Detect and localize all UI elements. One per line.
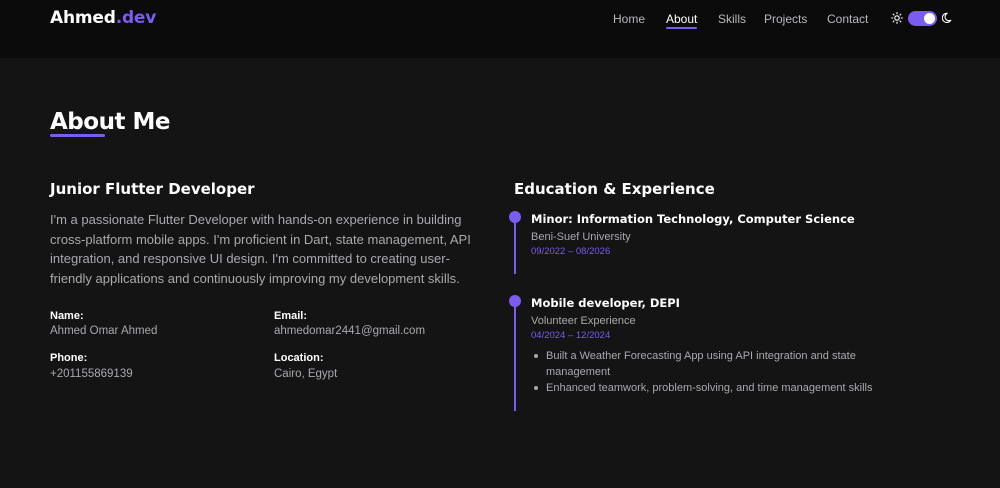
entry-title: Minor: Information Technology, Computer …	[531, 212, 855, 226]
entry-date: 04/2024 – 12/2024	[531, 330, 611, 341]
timeline-dot	[509, 295, 521, 307]
education-heading: Education & Experience	[514, 180, 715, 198]
theme-toggle[interactable]	[908, 11, 937, 26]
timeline-line	[514, 217, 516, 274]
list-item: Enhanced teamwork, problem-solving, and …	[531, 380, 916, 396]
site-header: Ahmed.dev Home About Skills Projects Con…	[0, 0, 1000, 58]
moon-icon	[942, 12, 952, 23]
title-underline	[50, 134, 105, 137]
location-label: Location:	[274, 352, 324, 364]
name-value: Ahmed Omar Ahmed	[50, 325, 158, 337]
nav-contact[interactable]: Contact	[827, 12, 868, 28]
logo-accent: .dev	[115, 8, 157, 28]
nav-projects[interactable]: Projects	[764, 12, 807, 28]
entry-bullet-list: Built a Weather Forecasting App using AP…	[531, 348, 916, 396]
sun-icon	[891, 12, 903, 24]
bio-text: I'm a passionate Flutter Developer with …	[50, 212, 471, 286]
timeline-dot	[509, 211, 521, 223]
role-heading: Junior Flutter Developer	[50, 180, 255, 198]
location-value: Cairo, Egypt	[274, 368, 338, 380]
nav-home[interactable]: Home	[613, 12, 645, 28]
site-logo[interactable]: Ahmed.dev	[50, 8, 156, 28]
name-label: Name:	[50, 310, 84, 322]
email-value[interactable]: ahmedomar2441@gmail.com	[274, 325, 425, 337]
list-item: Built a Weather Forecasting App using AP…	[531, 348, 916, 380]
nav-skills[interactable]: Skills	[718, 12, 746, 28]
entry-org: Volunteer Experience	[531, 315, 636, 327]
nav-about[interactable]: About	[666, 12, 698, 29]
section-title: About Me	[50, 109, 170, 135]
phone-value: +201155869139	[50, 368, 133, 380]
logo-main: Ahmed	[50, 8, 116, 28]
entry-title: Mobile developer, DEPI	[531, 296, 680, 310]
entry-date: 09/2022 – 08/2026	[531, 246, 611, 257]
theme-toggle-knob	[924, 13, 935, 24]
email-label: Email:	[274, 310, 308, 322]
timeline-line	[514, 301, 516, 411]
entry-org: Beni-Suef University	[531, 231, 631, 243]
phone-label: Phone:	[50, 352, 88, 364]
